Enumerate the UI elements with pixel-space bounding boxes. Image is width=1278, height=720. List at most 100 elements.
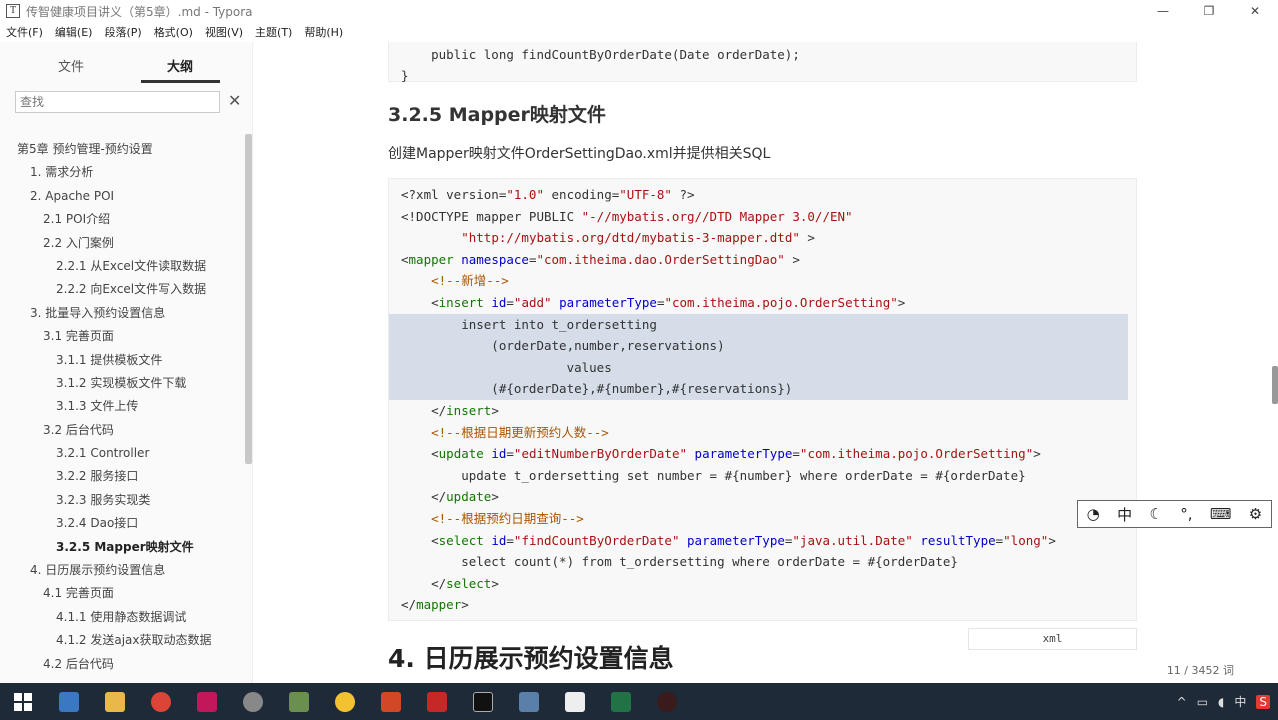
outline-item[interactable]: 3.1.1 提供模板文件 (0, 349, 244, 372)
maximize-button[interactable]: ❐ (1186, 0, 1232, 22)
outline-item[interactable]: 3.1.3 文件上传 (0, 395, 244, 418)
sogou-icon[interactable]: S (1256, 694, 1270, 709)
code-line: <!DOCTYPE mapper PUBLIC "-//mybatis.org/… (401, 208, 853, 224)
editor-scroll-thumb[interactable] (1272, 366, 1278, 404)
outline-item[interactable]: 2.2.2 向Excel文件写入数据 (0, 278, 244, 301)
outline-item[interactable]: 1. 需求分析 (0, 161, 244, 184)
section-heading: 3.2.5 Mapper映射文件 (388, 104, 606, 126)
code-line: <mapper namespace="com.itheima.dao.Order… (401, 251, 800, 267)
close-icon[interactable]: ✕ (228, 91, 241, 110)
outline-item[interactable]: 3.2.1 Controller (0, 442, 244, 465)
outline-item[interactable]: 2.1 POI介绍 (0, 208, 244, 231)
sidebar-tabs: 文件 大纲 (0, 42, 253, 86)
menu-help[interactable]: 帮助(H) (298, 24, 349, 40)
code-line: <!--根据日期更新预约人数--> (401, 424, 609, 440)
code-line: <!--根据预约日期查询--> (401, 510, 584, 526)
chat-icon[interactable] (322, 683, 368, 720)
chevron-up-icon[interactable]: ^ (1177, 695, 1187, 709)
code-line: values (389, 356, 1128, 379)
ime-chinese-mode[interactable]: 中 (1117, 504, 1132, 525)
outline-item[interactable]: 3. 批量导入预约设置信息 (0, 302, 244, 325)
word-count[interactable]: 11 / 3452 词 (1167, 662, 1234, 678)
code-language-label[interactable]: xml (968, 628, 1137, 650)
input-language[interactable]: 中 (1234, 693, 1246, 710)
recording-icon[interactable] (644, 683, 690, 720)
code-line: </insert> (401, 402, 499, 418)
code-line: </mapper> (401, 597, 469, 613)
excel-icon[interactable] (598, 683, 644, 720)
code-line: update t_ordersetting set number = #{num… (401, 467, 1026, 483)
sidebar: 文件 大纲 ✕ 第5章 预约管理-预约设置1. 需求分析2. Apache PO… (0, 42, 253, 683)
code-block-xml[interactable]: <?xml version="1.0" encoding="UTF-8" ?> <… (388, 178, 1137, 621)
menu-file[interactable]: 文件(F) (0, 24, 49, 40)
outline-item[interactable]: 3.1 完善页面 (0, 325, 244, 348)
window-title: 传智健康项目讲义（第5章）.md - Typora (26, 4, 253, 19)
outline-item[interactable]: 2.2 入门案例 (0, 232, 244, 255)
window-app-icon[interactable] (506, 683, 552, 720)
punctuation-icon[interactable]: °, (1180, 505, 1192, 523)
sidebar-scroll-thumb[interactable] (245, 134, 252, 464)
code-line: (orderDate,number,reservations) (389, 335, 1128, 357)
tab-outline[interactable]: 大纲 (167, 56, 193, 75)
code-block-previous[interactable]: x public long findCountByOrderDate(Date … (388, 42, 1137, 83)
outline-item[interactable]: 2.2.1 从Excel文件读取数据 (0, 255, 244, 278)
close-button[interactable]: ✕ (1232, 0, 1278, 22)
code-line: public long findCountByOrderDate(Date or… (401, 44, 1124, 66)
editor-area[interactable]: x public long findCountByOrderDate(Date … (254, 42, 1278, 683)
windows-start-icon[interactable] (0, 683, 46, 720)
keyboard-icon[interactable]: ⌨ (1210, 505, 1232, 523)
moon-icon[interactable]: ☾ (1149, 505, 1162, 523)
code-line: <?xml version="1.0" encoding="UTF-8" ?> (401, 187, 695, 202)
outline-item[interactable]: 3.2.2 服务接口 (0, 465, 244, 488)
outline-list: 第5章 预约管理-预约设置 1. 需求分析 2. Apache POI 2.1 POI… (0, 138, 244, 676)
app-icon[interactable] (230, 683, 276, 720)
ime-logo-icon[interactable]: ◔ (1087, 505, 1100, 523)
menu-edit[interactable]: 编辑(E) (49, 24, 99, 40)
minimize-button[interactable]: — (1140, 0, 1186, 22)
image-viewer-icon[interactable] (276, 683, 322, 720)
outline-item[interactable]: 4.1 完善页面 (0, 582, 244, 605)
network-icon[interactable]: ▭ (1197, 695, 1208, 709)
code-line: <insert id="add" parameterType="com.ithe… (401, 294, 906, 310)
file-explorer-icon[interactable] (92, 683, 138, 720)
outline-item[interactable]: 4.1.2 发送ajax获取动态数据 (0, 629, 244, 652)
menu-view[interactable]: 视图(V) (199, 24, 249, 40)
volume-icon[interactable]: ◖ (1218, 695, 1224, 709)
code-line: insert into t_ordersetting (389, 313, 1128, 336)
code-text: public long findCountByOrderDate(Date or… (401, 46, 800, 62)
code-line: } (401, 65, 1124, 87)
code-line: <update id="editNumberByOrderDate" param… (401, 446, 1041, 462)
outline-item[interactable]: 3.2.4 Dao接口 (0, 512, 244, 535)
chrome-icon[interactable] (138, 683, 184, 720)
outline-item[interactable]: 4.1.1 使用静态数据调试 (0, 606, 244, 629)
outline-item[interactable]: 3.2.3 服务实现类 (0, 489, 244, 512)
outline-item[interactable]: 3.1.2 实现模板文件下载 (0, 372, 244, 395)
active-tab-indicator (141, 80, 220, 83)
outline-item[interactable]: 2. Apache POI (0, 185, 244, 208)
code-line: select count(*) from t_ordersetting wher… (401, 554, 958, 570)
title-bar: T 传智健康项目讲义（第5章）.md - Typora — ❐ ✕ (0, 0, 1278, 22)
tab-files[interactable]: 文件 (58, 56, 84, 75)
outline-item[interactable]: 4.2 后台代码 (0, 653, 244, 676)
menu-paragraph[interactable]: 段落(P) (98, 24, 147, 40)
settings-icon[interactable]: ⚙ (1249, 505, 1262, 523)
outline-item[interactable]: 4. 日历展示预约设置信息 (0, 559, 244, 582)
powerpoint-icon[interactable] (368, 683, 414, 720)
outline-search-input[interactable] (15, 91, 220, 113)
outline-item[interactable]: 3.2.5 Mapper映射文件 (0, 536, 244, 559)
terminal-icon[interactable] (460, 683, 506, 720)
outline-item[interactable]: 第5章 预约管理-预约设置 (0, 138, 244, 161)
outline-item[interactable]: 3.2 后台代码 (0, 419, 244, 442)
next-section-heading: 4. 日历展示预约设置信息 (388, 644, 674, 673)
code-line: </select> (401, 575, 499, 591)
desktop-app-icon[interactable] (46, 683, 92, 720)
redis-icon[interactable] (414, 683, 460, 720)
code-line: <select id="findCountByOrderDate" parame… (401, 532, 1056, 548)
menu-theme[interactable]: 主题(T) (249, 24, 298, 40)
typora-icon[interactable] (552, 683, 598, 720)
ime-toolbar: ◔ 中 ☾ °, ⌨ ⚙ (1077, 500, 1272, 528)
code-text: } (401, 68, 409, 83)
paragraph: 创建Mapper映射文件OrderSettingDao.xml并提供相关SQL (388, 146, 771, 162)
intellij-icon[interactable] (184, 683, 230, 720)
menu-format[interactable]: 格式(O) (148, 24, 199, 40)
